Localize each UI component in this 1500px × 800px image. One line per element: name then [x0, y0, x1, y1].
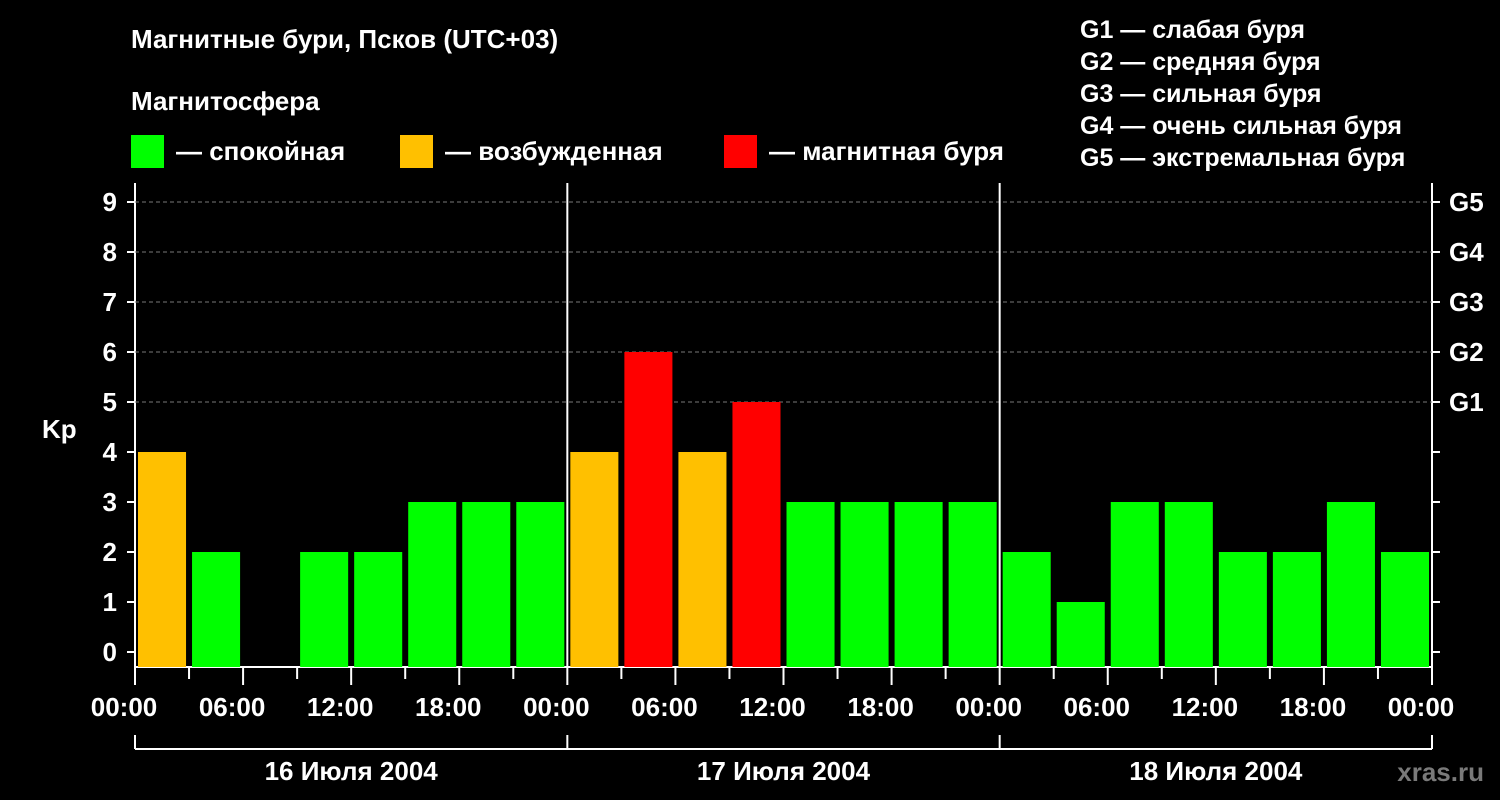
x-tick-label: 12:00 [307, 692, 374, 722]
g-axis-label: G3 [1449, 287, 1484, 317]
g-axis-label: G1 [1449, 387, 1484, 417]
kp-bar [1272, 552, 1321, 667]
x-tick-label: 00:00 [1388, 692, 1455, 722]
x-tick-label: 06:00 [631, 692, 698, 722]
x-tick-label: 12:00 [739, 692, 806, 722]
x-tick-label: 18:00 [847, 692, 914, 722]
kp-bar [1110, 502, 1159, 667]
x-tick-label: 18:00 [415, 692, 482, 722]
y-tick-label: 7 [103, 287, 117, 317]
day-label: 17 Июля 2004 [697, 756, 871, 786]
kp-bar [192, 552, 241, 667]
kp-bar [732, 402, 781, 667]
kp-bar [1380, 552, 1429, 667]
g-axis-label: G4 [1449, 237, 1484, 267]
x-tick-label: 06:00 [199, 692, 266, 722]
kp-bar [408, 502, 457, 667]
y-tick-label: 8 [103, 237, 117, 267]
kp-bar [678, 452, 727, 667]
y-tick-label: 5 [103, 387, 117, 417]
x-tick-label: 06:00 [1064, 692, 1131, 722]
kp-bar [1056, 602, 1105, 667]
y-tick-label: 4 [103, 437, 118, 467]
y-tick-label: 1 [103, 587, 117, 617]
y-tick-label: 3 [103, 487, 117, 517]
kp-bar [840, 502, 889, 667]
kp-bar [462, 502, 511, 667]
kp-bar [1218, 552, 1267, 667]
y-axis-title: Kp [42, 414, 77, 444]
y-tick-label: 2 [103, 537, 117, 567]
x-tick-label: 00:00 [955, 692, 1022, 722]
x-tick-label: 00:00 [91, 692, 158, 722]
y-tick-label: 9 [103, 187, 117, 217]
kp-bar [948, 502, 997, 667]
x-tick-label: 12:00 [1172, 692, 1239, 722]
kp-bar [1002, 552, 1051, 667]
y-tick-label: 6 [103, 337, 117, 367]
kp-bar [1326, 502, 1375, 667]
g-axis-label: G5 [1449, 187, 1484, 217]
kp-bar [354, 552, 403, 667]
kp-bar [786, 502, 835, 667]
kp-chart: 0 1 2 3 4 5 6 7 8 9 G1 G2 G3 G4 G5 Kp 00:00 06:00 12:00 18:… [42, 183, 1484, 786]
day-label: 16 Июля 2004 [265, 756, 439, 786]
kp-bar [1164, 502, 1213, 667]
x-tick-label: 00:00 [523, 692, 590, 722]
x-tick-label: 18:00 [1280, 692, 1347, 722]
kp-bar [570, 452, 619, 667]
g-axis-label: G2 [1449, 337, 1484, 367]
day-label: 18 Июля 2004 [1129, 756, 1303, 786]
kp-bar [300, 552, 349, 667]
kp-bar [624, 352, 673, 667]
y-tick-label: 0 [103, 637, 117, 667]
kp-bar [894, 502, 943, 667]
kp-bar [138, 452, 187, 667]
watermark: xras.ru [1397, 757, 1484, 787]
kp-bar [516, 502, 565, 667]
